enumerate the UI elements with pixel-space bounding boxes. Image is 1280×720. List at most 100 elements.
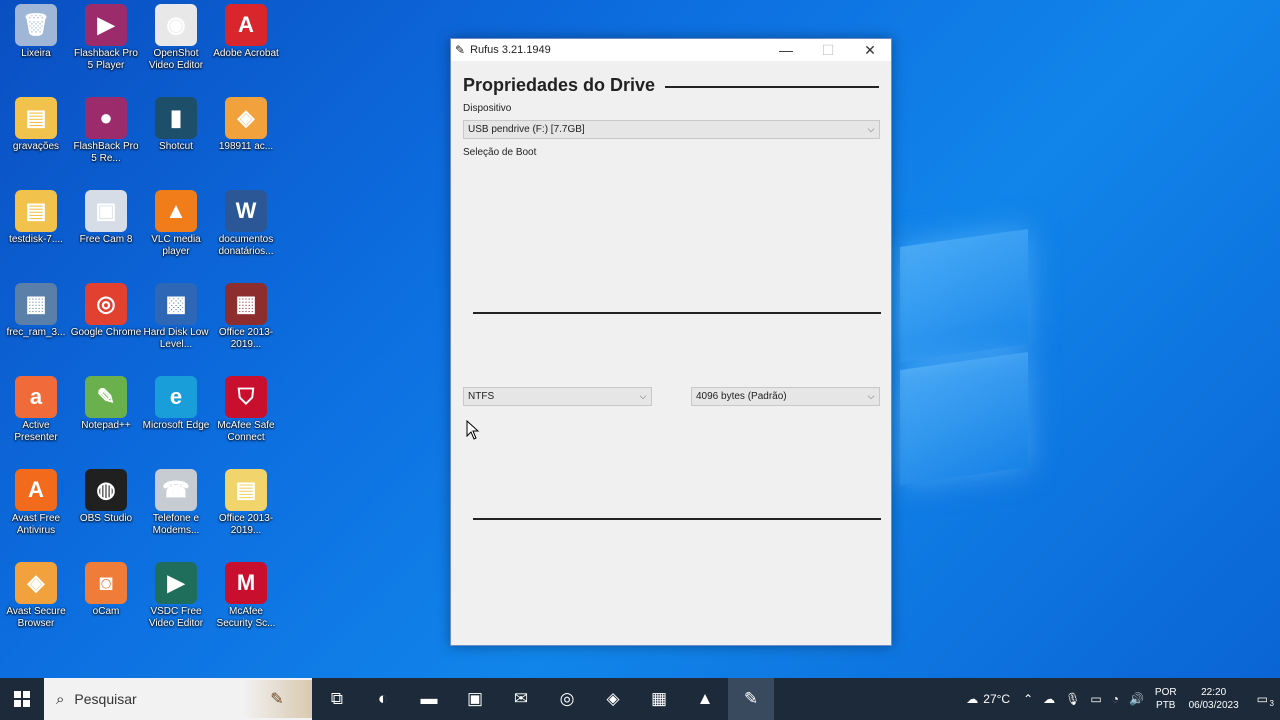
clock-date: 06/03/2023 <box>1188 700 1239 711</box>
desktop-icon-label: Notepad++ <box>81 420 131 431</box>
taskbar-search[interactable]: ⌕ Pesquisar ✎ <box>44 678 312 720</box>
desktop-icon[interactable]: ▤ Office 2013-2019... <box>210 469 282 537</box>
desktop-icon[interactable]: ▦ Office 2013-2019... <box>210 283 282 351</box>
desktop-icon[interactable]: ◉ OpenShot Video Editor <box>140 4 212 72</box>
desktop-icon[interactable]: ▣ Free Cam 8 <box>70 190 142 246</box>
desktop-icon-label: Lixeira <box>21 48 51 59</box>
desktop-icon-label: McAfee Security Sc... <box>216 606 276 629</box>
app-icon: ✎ <box>85 376 127 418</box>
minimize-button[interactable]: — <box>765 39 807 61</box>
desktop-icon[interactable]: ☎ Telefone e Modems... <box>140 469 212 537</box>
weather-widget[interactable]: ☁ 27°C <box>958 692 1018 706</box>
device-select[interactable]: USB pendrive (F:) [7.7GB] ⌵ <box>463 120 880 139</box>
app-icon: ▤ <box>225 469 267 511</box>
app-icon: A <box>15 469 57 511</box>
maximize-button[interactable]: ☐ <box>807 39 849 61</box>
desktop-icon[interactable]: ▶ VSDC Free Video Editor <box>140 562 212 630</box>
desktop-icon[interactable]: ◍ OBS Studio <box>70 469 142 525</box>
app-icon: ◍ <box>85 469 127 511</box>
desktop-icon[interactable]: ◈ Avast Secure Browser <box>0 562 72 630</box>
desktop-icon[interactable]: ◎ Google Chrome <box>70 283 142 339</box>
window-title: Rufus 3.21.1949 <box>470 44 551 56</box>
onedrive-icon[interactable]: ☁ <box>1038 692 1060 706</box>
taskbar-chrome-icon[interactable]: ◎ <box>544 678 590 720</box>
app-icon: W <box>225 190 267 232</box>
desktop-icon[interactable]: ◙ oCam <box>70 562 142 618</box>
desktop-icon[interactable]: ▤ gravações <box>0 97 72 153</box>
language-indicator[interactable]: POR PTB <box>1149 686 1183 712</box>
filesystem-select[interactable]: NTFS ⌵ <box>463 387 652 406</box>
device-select-value: USB pendrive (F:) [7.7GB] <box>468 124 585 135</box>
desktop-icon[interactable]: ⛉ McAfee Safe Connect <box>210 376 282 444</box>
app-icon: M <box>225 562 267 604</box>
chevron-down-icon: ⌵ <box>867 124 875 134</box>
desktop-icon-label: documentos donatários... <box>218 234 274 257</box>
desktop-icon-label: FlashBack Pro 5 Re... <box>73 141 139 164</box>
desktop-icon[interactable]: ▩ Hard Disk Low Level... <box>140 283 212 351</box>
close-button[interactable]: ✕ <box>849 39 891 61</box>
chevron-down-icon: ⌵ <box>639 391 647 401</box>
taskbar-vlc-icon[interactable]: ▲ <box>682 678 728 720</box>
volume-icon[interactable]: 🔊 <box>1124 692 1149 706</box>
desktop-icon[interactable]: ✎ Notepad++ <box>70 376 142 432</box>
device-label: Dispositivo <box>463 103 512 114</box>
taskbar-winrar-icon[interactable]: ▦ <box>636 678 682 720</box>
desktop-icon[interactable]: ▦ frec_ram_3... <box>0 283 72 339</box>
desktop-icon-label: 198911 ac... <box>218 141 274 152</box>
desktop-icon[interactable]: ▮ Shotcut <box>140 97 212 153</box>
app-icon: ☎ <box>155 469 197 511</box>
app-icon: ▲ <box>155 190 197 232</box>
app-icon: ◈ <box>15 562 57 604</box>
desktop-icon[interactable]: A Adobe Acrobat <box>210 4 282 60</box>
desktop-icon[interactable]: 🗑 Lixeira <box>0 4 72 60</box>
desktop-icon[interactable]: ● FlashBack Pro 5 Re... <box>70 97 142 165</box>
battery-icon[interactable]: ▭ <box>1085 692 1106 706</box>
desktop-icon[interactable]: ◈ 198911 ac... <box>210 97 282 153</box>
desktop-icon-label: frec_ram_3... <box>6 327 66 338</box>
desktop-icon[interactable]: A Avast Free Antivirus <box>0 469 72 537</box>
taskbar-apps: ⧉ ◐ ▬ ▣ ✉ ◎ ◈ ▦ ▲ ✎ <box>314 678 774 720</box>
taskbar-file-explorer-icon[interactable]: ▬ <box>406 678 452 720</box>
app-icon: ▶ <box>155 562 197 604</box>
desktop-icon[interactable]: ▲ VLC media player <box>140 190 212 258</box>
app-icon: 🗑 <box>15 4 57 46</box>
chevron-up-icon[interactable]: ⌃ <box>1018 692 1038 706</box>
desktop-icon[interactable]: M McAfee Security Sc... <box>210 562 282 630</box>
app-icon: ● <box>85 97 127 139</box>
desktop-icon[interactable]: ▤ testdisk-7.... <box>0 190 72 246</box>
chevron-down-icon: ⌵ <box>867 391 875 401</box>
notification-center-button[interactable]: ▭ 3 <box>1245 692 1280 708</box>
app-icon: a <box>15 376 57 418</box>
app-icon: ▩ <box>155 283 197 325</box>
desktop-icon[interactable]: e Microsoft Edge <box>140 376 212 432</box>
weather-temp: 27°C <box>983 692 1011 706</box>
taskbar-rufus-icon[interactable]: ✎ <box>728 678 774 720</box>
desktop-icon-label: Avast Secure Browser <box>6 606 66 629</box>
section-title: Propriedades do Drive <box>463 75 879 96</box>
desktop-icon-label: Office 2013-2019... <box>218 327 274 350</box>
app-icon: ◈ <box>225 97 267 139</box>
app-icon: ▦ <box>225 283 267 325</box>
taskbar-store-icon[interactable]: ▣ <box>452 678 498 720</box>
network-icon[interactable]: ◔ <box>1107 692 1124 706</box>
cluster-size-select[interactable]: 4096 bytes (Padrão) ⌵ <box>691 387 880 406</box>
taskbar-mail-icon[interactable]: ✉ <box>498 678 544 720</box>
desktop-icon[interactable]: Wdocumentos donatários... <box>210 190 282 258</box>
desktop-icon[interactable]: ▶ Flashback Pro 5 Player <box>70 4 142 72</box>
desktop-icon-label: Telefone e Modems... <box>152 513 200 536</box>
search-icon: ⌕ <box>56 690 65 708</box>
clock[interactable]: 22:20 06/03/2023 <box>1183 686 1245 712</box>
taskbar-task-view-icon[interactable]: ⧉ <box>314 678 360 720</box>
start-button[interactable] <box>0 678 44 720</box>
taskbar-edge-icon[interactable]: ◐ <box>360 678 406 720</box>
desktop-icons: 🗑 Lixeira ▶ Flashback Pro 5 Player ◉ OpenShot… <box>0 0 290 680</box>
windows-wallpaper-logo <box>900 229 1028 485</box>
title-bar[interactable]: ✎ Rufus 3.21.1949 — ☐ ✕ <box>451 39 891 61</box>
taskbar-avast-browser-icon[interactable]: ◈ <box>590 678 636 720</box>
notification-icon: ▭ <box>1256 692 1268 706</box>
desktop-icon-label: OpenShot Video Editor <box>148 48 204 71</box>
microphone-icon[interactable]: 🎙 <box>1060 692 1085 706</box>
app-icon: e <box>155 376 197 418</box>
app-icon: ▣ <box>85 190 127 232</box>
desktop-icon[interactable]: a Active Presenter <box>0 376 72 444</box>
